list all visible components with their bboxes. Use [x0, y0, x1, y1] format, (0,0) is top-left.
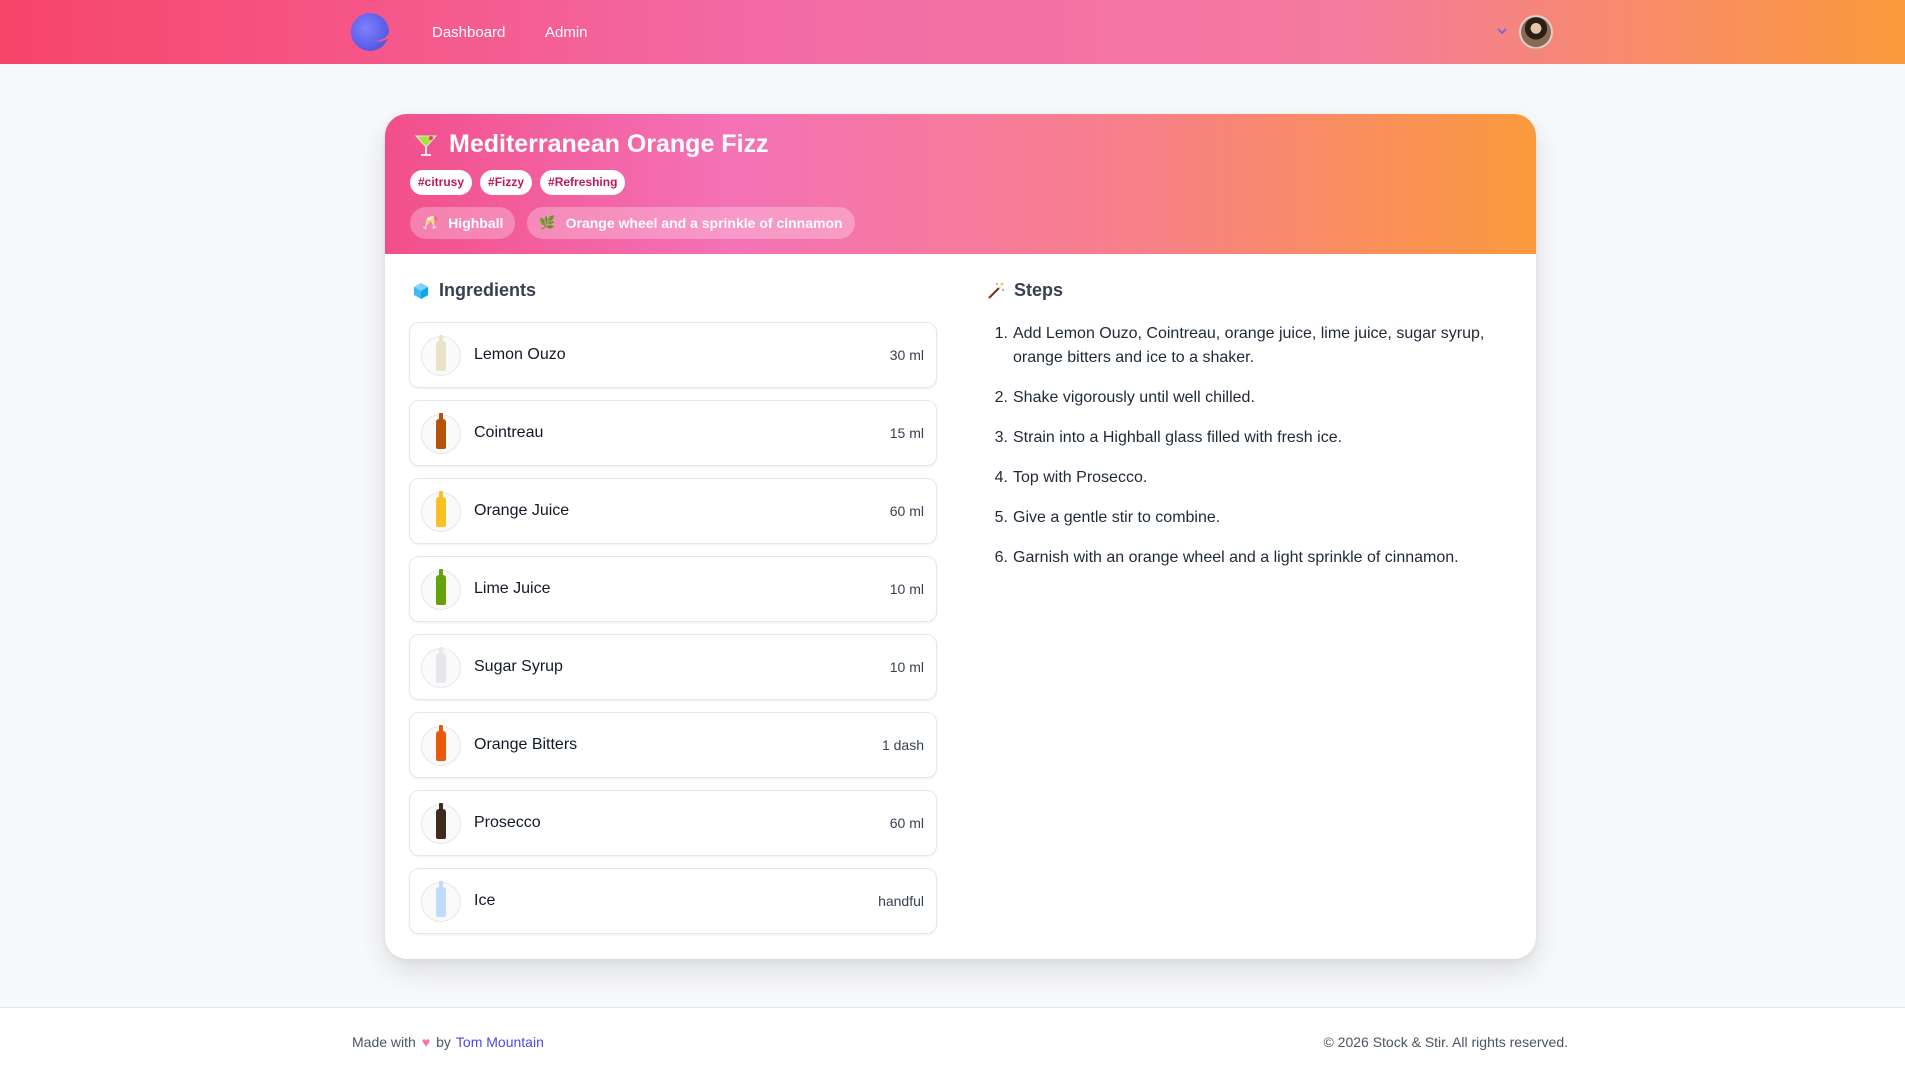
ingredient-row[interactable]: Orange Bitters 1 dash — [409, 712, 937, 778]
step-item: 5. Give a gentle stir to combine. — [989, 506, 1509, 530]
ingredients-heading-label: Ingredients — [439, 280, 537, 300]
tag-chip[interactable]: #citrusy — [410, 170, 473, 195]
heart-icon: ♥ — [421, 1034, 431, 1050]
step-number: 3. — [994, 429, 1008, 446]
tag-chip[interactable]: #Refreshing — [540, 170, 626, 195]
ingredient-row[interactable]: Lemon Ouzo 30 ml — [409, 322, 937, 388]
ingredient-quantity: 60 ml — [889, 815, 924, 831]
glass-type-pill: 🥂 Highball — [410, 207, 516, 239]
ingredient-row[interactable]: Ice handful — [409, 868, 937, 934]
steps-list: 1. Add Lemon Ouzo, Cointreau, orange juic… — [989, 322, 1509, 586]
user-avatar[interactable] — [1519, 15, 1553, 49]
bottle-icon — [436, 881, 446, 917]
step-number: 5. — [994, 509, 1008, 526]
recipe-card: Mediterranean Orange Fizz #citrusy #Fizz… — [385, 114, 1536, 959]
ingredient-name: Lime Juice — [474, 580, 551, 597]
bottle-icon — [436, 725, 446, 761]
step-number: 2. — [994, 389, 1008, 406]
recipe-header: Mediterranean Orange Fizz #citrusy #Fizz… — [385, 114, 1536, 254]
bottle-icon — [436, 647, 446, 683]
bottle-icon — [436, 491, 446, 527]
bottle-icon — [436, 335, 446, 371]
ingredient-row[interactable]: Prosecco 60 ml — [409, 790, 937, 856]
garnish-label: Orange wheel and a sprinkle of cinnamon — [565, 215, 843, 231]
step-item: 1. Add Lemon Ouzo, Cointreau, orange juic… — [989, 322, 1509, 370]
made-with-text: Made with — [352, 1034, 416, 1050]
magic-wand-icon — [988, 282, 1004, 299]
steps-heading-label: Steps — [1014, 280, 1064, 300]
ingredient-quantity: 1 dash — [881, 737, 924, 753]
ingredient-list: Lemon Ouzo 30 ml Cointreau 15 ml Orange Juic… — [409, 322, 937, 946]
ingredient-quantity: 30 ml — [889, 347, 924, 363]
step-text: Add Lemon Ouzo, Cointreau, orange juice,… — [1013, 325, 1485, 366]
bottle-icon — [436, 803, 446, 839]
steps-heading: Steps — [986, 280, 1063, 301]
step-item: 3. Strain into a Highball glass filled wi… — [989, 426, 1509, 450]
step-text: Garnish with an orange wheel and a light… — [1013, 549, 1459, 566]
nav-link-dashboard[interactable]: Dashboard — [432, 24, 505, 41]
ingredient-name: Ice — [474, 892, 496, 909]
step-text: Strain into a Highball glass filled with… — [1013, 429, 1343, 446]
step-number: 1. — [994, 325, 1008, 342]
ingredient-thumbnail — [421, 647, 461, 688]
step-item: 6. Garnish with an orange wheel and a lig… — [989, 546, 1509, 570]
step-number: 6. — [994, 549, 1008, 566]
cocktail-glass-icon — [414, 135, 438, 156]
ingredient-name: Prosecco — [474, 814, 541, 831]
ingredient-row[interactable]: Sugar Syrup 10 ml — [409, 634, 937, 700]
step-item: 2. Shake vigorously until well chilled. — [989, 386, 1509, 410]
chevron-down-icon[interactable] — [1495, 24, 1509, 38]
ingredient-thumbnail — [421, 569, 461, 610]
step-text: Give a gentle stir to combine. — [1013, 509, 1221, 526]
ingredient-name: Orange Juice — [474, 502, 570, 519]
ice-cube-icon — [414, 282, 428, 299]
bottle-icon — [436, 569, 446, 605]
ingredient-row[interactable]: Orange Juice 60 ml — [409, 478, 937, 544]
garnish-pill: 🌿 Orange wheel and a sprinkle of cinnamo… — [527, 207, 855, 239]
step-text: Top with Prosecco. — [1013, 469, 1148, 486]
ingredient-thumbnail — [421, 335, 461, 376]
footer-credit: Made with ♥ by Tom Mountain — [352, 1034, 544, 1050]
nav-link-admin[interactable]: Admin — [545, 24, 588, 41]
glass-icon: 🥂 — [422, 215, 439, 230]
ingredient-quantity: 60 ml — [889, 503, 924, 519]
ingredient-quantity: 15 ml — [889, 425, 924, 441]
recipe-meta: 🥂 Highball 🌿 Orange wheel and a sprinkle… — [410, 207, 855, 239]
recipe-title-row: Mediterranean Orange Fizz — [413, 130, 769, 159]
app-logo-icon[interactable] — [351, 13, 389, 51]
ingredient-thumbnail — [421, 413, 461, 454]
ingredient-thumbnail — [421, 803, 461, 844]
ingredient-row[interactable]: Lime Juice 10 ml — [409, 556, 937, 622]
recipe-tags: #citrusy #Fizzy #Refreshing — [410, 170, 626, 195]
ingredient-quantity: 10 ml — [889, 581, 924, 597]
ingredient-name: Sugar Syrup — [474, 658, 563, 675]
ingredient-quantity: handful — [878, 893, 924, 909]
ingredient-thumbnail — [421, 725, 461, 766]
by-text: by — [436, 1034, 451, 1050]
glass-type-label: Highball — [448, 215, 504, 231]
ingredient-name: Lemon Ouzo — [474, 346, 566, 363]
top-navbar: Dashboard Admin — [0, 0, 1905, 64]
ingredient-thumbnail — [421, 491, 461, 532]
step-item: 4. Top with Prosecco. — [989, 466, 1509, 490]
ingredient-name: Cointreau — [474, 424, 544, 441]
ingredients-heading: Ingredients — [411, 280, 536, 301]
author-link[interactable]: Tom Mountain — [456, 1034, 544, 1050]
copyright-text: © 2026 Stock & Stir. All rights reserved… — [1323, 1034, 1568, 1050]
garnish-icon: 🌿 — [539, 215, 556, 230]
step-number: 4. — [994, 469, 1008, 486]
recipe-title: Mediterranean Orange Fizz — [449, 130, 769, 158]
ingredient-thumbnail — [421, 881, 461, 922]
bottle-icon — [436, 413, 446, 449]
ingredient-quantity: 10 ml — [889, 659, 924, 675]
ingredient-name: Orange Bitters — [474, 736, 578, 753]
step-text: Shake vigorously until well chilled. — [1013, 389, 1255, 406]
tag-chip[interactable]: #Fizzy — [480, 170, 533, 195]
ingredient-row[interactable]: Cointreau 15 ml — [409, 400, 937, 466]
page-footer: Made with ♥ by Tom Mountain © 2026 Stock… — [0, 1008, 1905, 1076]
